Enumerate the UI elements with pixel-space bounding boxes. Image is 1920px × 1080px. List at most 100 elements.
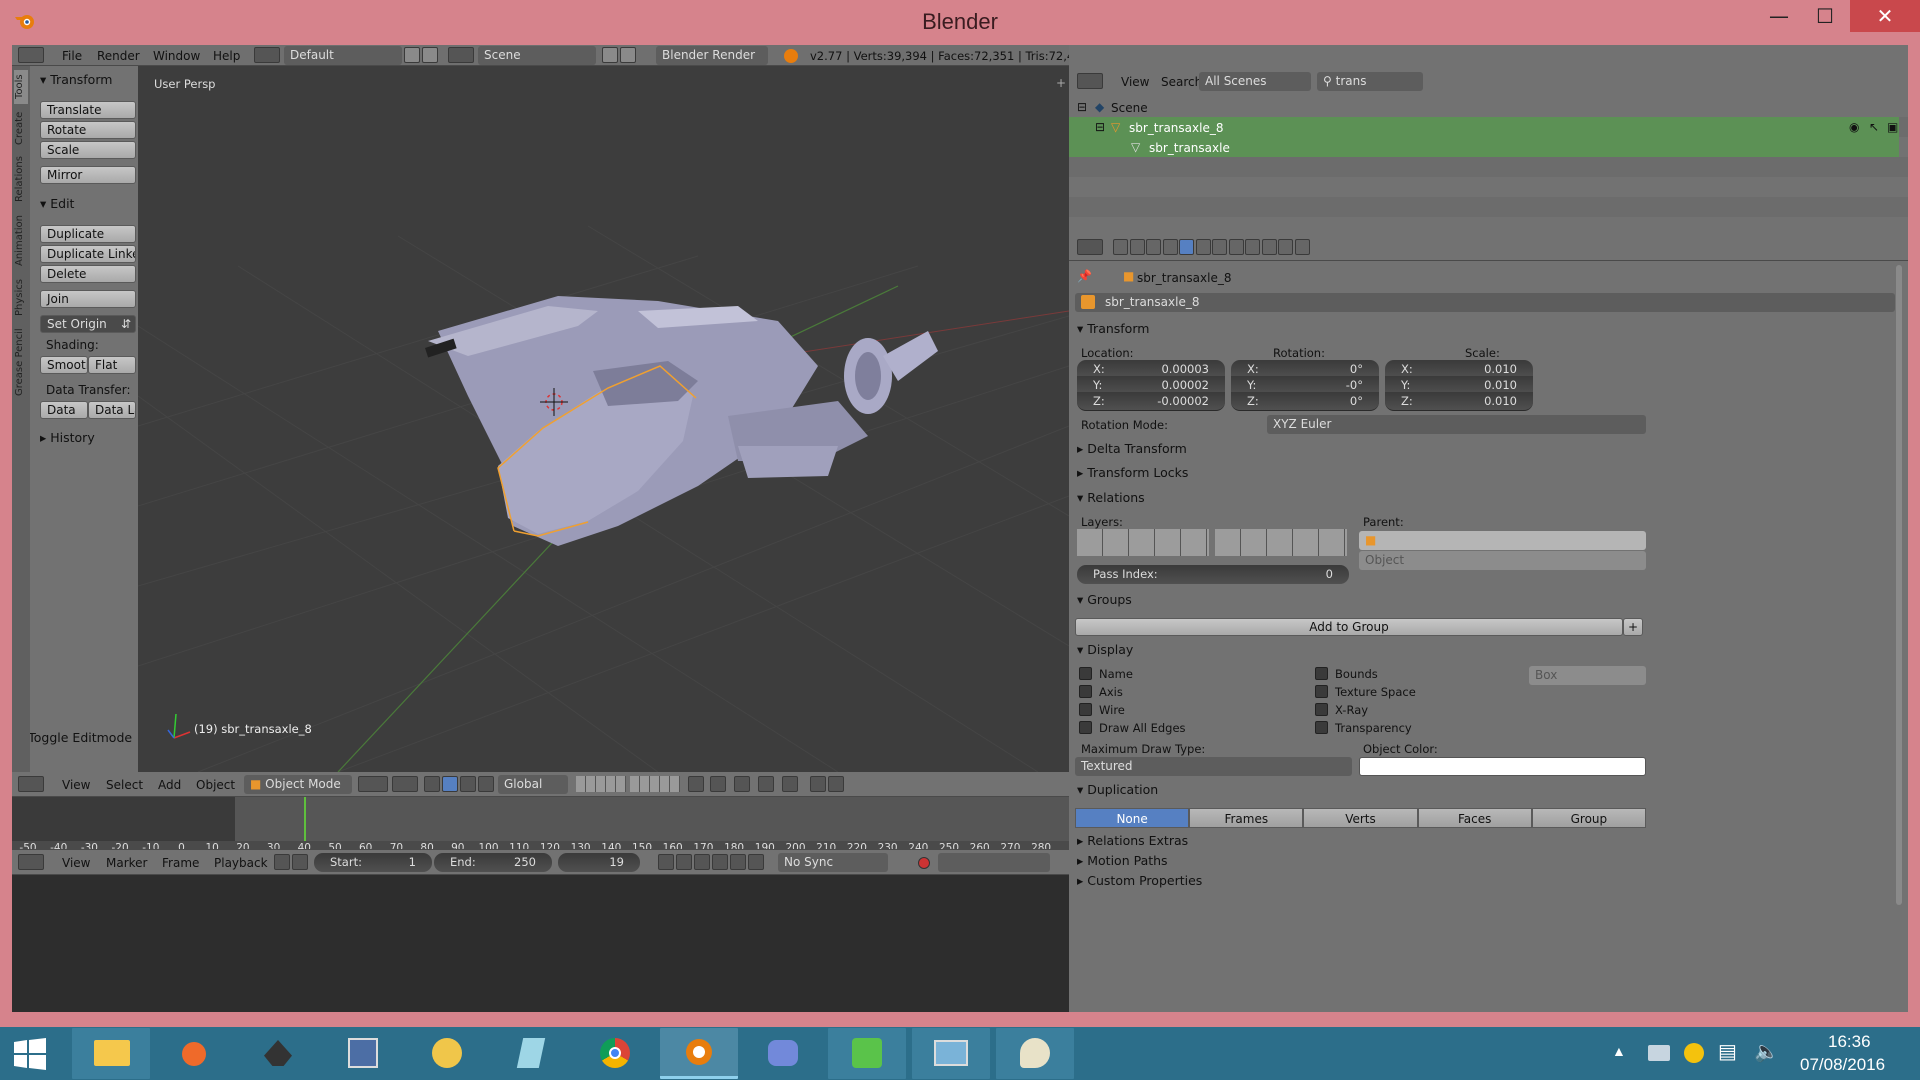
- checkbox[interactable]: [1315, 703, 1328, 716]
- context-tab-icon[interactable]: [1162, 239, 1178, 255]
- menu-window[interactable]: Window: [153, 49, 200, 63]
- tab-relations[interactable]: Relations: [14, 152, 28, 206]
- play-icon[interactable]: [712, 854, 728, 870]
- checkbox[interactable]: [1079, 685, 1092, 698]
- volume-icon[interactable]: 🔈: [1754, 1039, 1779, 1064]
- display-panel-title[interactable]: ▾ Display: [1077, 642, 1133, 657]
- max-draw-type-select[interactable]: Textured: [1075, 757, 1352, 776]
- tree-row-mesh[interactable]: ▽ sbr_transaxle: [1069, 137, 1899, 157]
- clock-time[interactable]: 16:36: [1828, 1032, 1871, 1052]
- checkbox[interactable]: [1315, 667, 1328, 680]
- history-panel-title[interactable]: ▸ History: [40, 430, 95, 445]
- tab-physics[interactable]: Physics: [14, 276, 28, 320]
- scope-select[interactable]: All Scenes: [1199, 72, 1311, 91]
- duplication-option-frames[interactable]: Frames: [1189, 808, 1304, 828]
- tab-animation[interactable]: Animation: [14, 210, 28, 272]
- pass-index-field[interactable]: Pass Index: 0: [1077, 565, 1349, 584]
- add-scene-icon[interactable]: [602, 47, 618, 63]
- record-icon[interactable]: [918, 857, 930, 869]
- layer-buttons-2[interactable]: [1215, 529, 1347, 556]
- menu-object[interactable]: Object: [196, 778, 235, 792]
- edit-panel-title[interactable]: ▾ Edit: [40, 196, 74, 211]
- duplication-option-group[interactable]: Group: [1531, 808, 1646, 828]
- menu-search[interactable]: Search: [1161, 75, 1202, 89]
- orientation-select[interactable]: Global: [498, 775, 568, 794]
- context-tab-icon[interactable]: [1113, 239, 1128, 255]
- data-button[interactable]: Data: [40, 401, 88, 419]
- delete-button[interactable]: Delete: [40, 265, 136, 283]
- opengl-render-icon[interactable]: [810, 776, 826, 792]
- menu-file[interactable]: File: [62, 49, 82, 63]
- play-reverse-icon[interactable]: [694, 854, 710, 870]
- pivot-icon[interactable]: [392, 776, 418, 792]
- menu-view[interactable]: View: [62, 778, 90, 792]
- snap-icon[interactable]: [758, 776, 774, 792]
- lock-icon[interactable]: [688, 776, 704, 792]
- layout-icon[interactable]: [254, 47, 280, 63]
- duplicate-linked-button[interactable]: Duplicate Linked: [40, 245, 136, 263]
- windows-start-icon[interactable]: [14, 1038, 46, 1070]
- menu-marker[interactable]: Marker: [106, 856, 147, 870]
- menu-playback[interactable]: Playback: [214, 856, 268, 870]
- render-icon[interactable]: ▣: [1887, 120, 1898, 134]
- jump-start-icon[interactable]: [658, 854, 674, 870]
- maximize-button[interactable]: ☐: [1802, 0, 1848, 32]
- rotate-button[interactable]: Rotate: [40, 121, 136, 139]
- scale-manipulator-icon[interactable]: [478, 776, 494, 792]
- minimize-button[interactable]: —: [1756, 0, 1802, 32]
- delta-transform-panel[interactable]: ▸ Delta Transform: [1077, 441, 1187, 456]
- current-frame-field[interactable]: 19: [558, 853, 640, 872]
- add-layout-icon[interactable]: [404, 47, 420, 63]
- custom-properties-panel[interactable]: ▸ Custom Properties: [1077, 873, 1202, 888]
- scene-select[interactable]: Scene: [478, 46, 596, 65]
- translate-button[interactable]: Translate: [40, 101, 136, 119]
- keying-set-field[interactable]: [938, 853, 1050, 872]
- duplication-option-none[interactable]: None: [1075, 808, 1190, 828]
- toggle-editmode-panel[interactable]: ▾ Toggle Editmode: [18, 730, 132, 745]
- tab-grease-pencil[interactable]: Grease Pencil: [14, 324, 28, 400]
- set-origin-dropdown[interactable]: Set Origin ⇵: [40, 315, 136, 333]
- pin-icon[interactable]: 📌: [1077, 269, 1092, 283]
- proportional-icon[interactable]: [734, 776, 750, 792]
- checkbox[interactable]: [1315, 721, 1328, 734]
- context-tab-icon[interactable]: [1195, 239, 1211, 255]
- transform-panel-title[interactable]: ▾ Transform: [40, 72, 112, 87]
- blender-taskbar-icon[interactable]: [660, 1028, 738, 1079]
- data-layout-button[interactable]: Data Layo: [88, 401, 136, 419]
- snap-element-icon[interactable]: [782, 776, 798, 792]
- photos-icon[interactable]: [912, 1028, 990, 1079]
- groups-panel-title[interactable]: ▾ Groups: [1077, 592, 1132, 607]
- rotate-manipulator-icon[interactable]: [460, 776, 476, 792]
- mirror-button[interactable]: Mirror: [40, 166, 136, 184]
- context-tab-icon[interactable]: [1278, 239, 1293, 255]
- smooth-button[interactable]: Smooth: [40, 356, 88, 374]
- network-icon[interactable]: ▤: [1718, 1039, 1737, 1064]
- tray-antivirus-icon[interactable]: [1684, 1043, 1704, 1063]
- location-z-field[interactable]: Z: -0.00002: [1077, 392, 1225, 411]
- layer-grid-1[interactable]: [576, 776, 626, 792]
- discord-icon[interactable]: [744, 1028, 822, 1079]
- jump-keyframe-back-icon[interactable]: [676, 854, 692, 870]
- checkbox[interactable]: [1315, 685, 1328, 698]
- close-button[interactable]: ✕: [1850, 0, 1920, 32]
- paint-icon[interactable]: [996, 1028, 1074, 1079]
- context-tab-icon[interactable]: [1228, 239, 1244, 255]
- network-app-icon[interactable]: [828, 1028, 906, 1079]
- rotation-z-field[interactable]: Z: 0°: [1231, 392, 1379, 411]
- checkbox[interactable]: [1079, 667, 1092, 680]
- parent-type-select[interactable]: Object: [1359, 551, 1646, 570]
- menu-add[interactable]: Add: [158, 778, 181, 792]
- clock-date[interactable]: 07/08/2016: [1800, 1055, 1885, 1075]
- tab-create[interactable]: Create: [14, 108, 28, 148]
- render-preview-icon[interactable]: [710, 776, 726, 792]
- mode-select[interactable]: ■ Object Mode: [244, 775, 352, 794]
- properties-scrollbar[interactable]: [1896, 265, 1902, 905]
- object-name-field[interactable]: sbr_transaxle_8: [1075, 293, 1895, 312]
- duplicate-button[interactable]: Duplicate: [40, 225, 136, 243]
- menu-render[interactable]: Render: [97, 49, 140, 63]
- menu-help[interactable]: Help: [213, 49, 240, 63]
- paint-editor-icon[interactable]: [324, 1028, 402, 1079]
- remove-layout-icon[interactable]: [422, 47, 438, 63]
- tray-printer-icon[interactable]: [1648, 1045, 1670, 1061]
- tab-tools[interactable]: Tools: [14, 70, 28, 104]
